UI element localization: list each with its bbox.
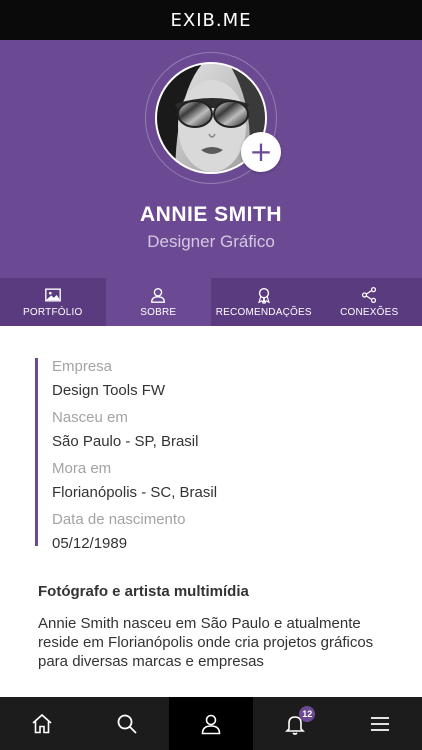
share-icon <box>362 286 377 304</box>
about-details: Empresa Design Tools FW Nasceu em São Pa… <box>35 358 375 552</box>
nav-search[interactable] <box>84 697 168 750</box>
nav-profile[interactable] <box>168 697 254 750</box>
image-icon <box>44 288 61 302</box>
app-logo: EXIB.ME <box>170 9 252 31</box>
birthplace-value: São Paulo - SP, Brasil <box>52 433 199 450</box>
company-label: Empresa <box>52 358 113 375</box>
home-icon <box>32 713 52 733</box>
profile-role: Designer Gráfico <box>147 232 275 251</box>
add-connection-button[interactable]: + <box>241 132 281 172</box>
top-bar: EXIB.ME <box>0 0 422 40</box>
birthdate-value: 05/12/1989 <box>52 535 128 552</box>
birthdate-label: Data de nascimento <box>52 511 186 528</box>
profile-icon <box>201 714 221 734</box>
menu-icon <box>370 716 389 731</box>
tab-sobre[interactable]: SOBRE <box>105 278 211 326</box>
residence-value: Florianópolis - SC, Brasil <box>52 484 218 501</box>
notification-badge: 12 <box>299 706 316 722</box>
bottom-navigation: 12 <box>0 697 422 750</box>
tab-label: PORTFÓLIO <box>23 307 83 318</box>
tab-portfolio[interactable]: PORTFÓLIO <box>0 278 106 326</box>
nav-home[interactable] <box>0 697 84 750</box>
nav-menu[interactable] <box>338 697 422 750</box>
tab-label: RECOMENDAÇÕES <box>215 307 312 318</box>
tab-label: CONEXÕES <box>340 307 399 318</box>
user-icon <box>151 288 166 303</box>
birthplace-label: Nasceu em <box>52 409 128 426</box>
company-value: Design Tools FW <box>52 382 166 399</box>
award-icon <box>257 288 270 304</box>
profile-header: + ANNIE SMITH Designer Gráfico <box>0 40 422 278</box>
tab-label: SOBRE <box>140 307 177 318</box>
profile-name: ANNIE SMITH <box>140 203 282 226</box>
plus-icon: + <box>249 135 273 168</box>
bio-title: Fotógrafo e artista multimídia <box>38 583 249 600</box>
tab-recomendacoes[interactable]: RECOMENDAÇÕES <box>211 278 317 326</box>
search-icon <box>117 714 137 734</box>
nav-notifications[interactable]: 12 <box>253 697 337 750</box>
residence-label: Mora em <box>52 460 112 477</box>
tab-conexoes[interactable]: CONEXÕES <box>317 278 422 326</box>
profile-tabs: PORTFÓLIO SOBRE RECOMENDAÇÕES CONEXÕES <box>0 278 422 326</box>
bio-text: Annie Smith nasceu em São Paulo e atualm… <box>38 615 374 670</box>
